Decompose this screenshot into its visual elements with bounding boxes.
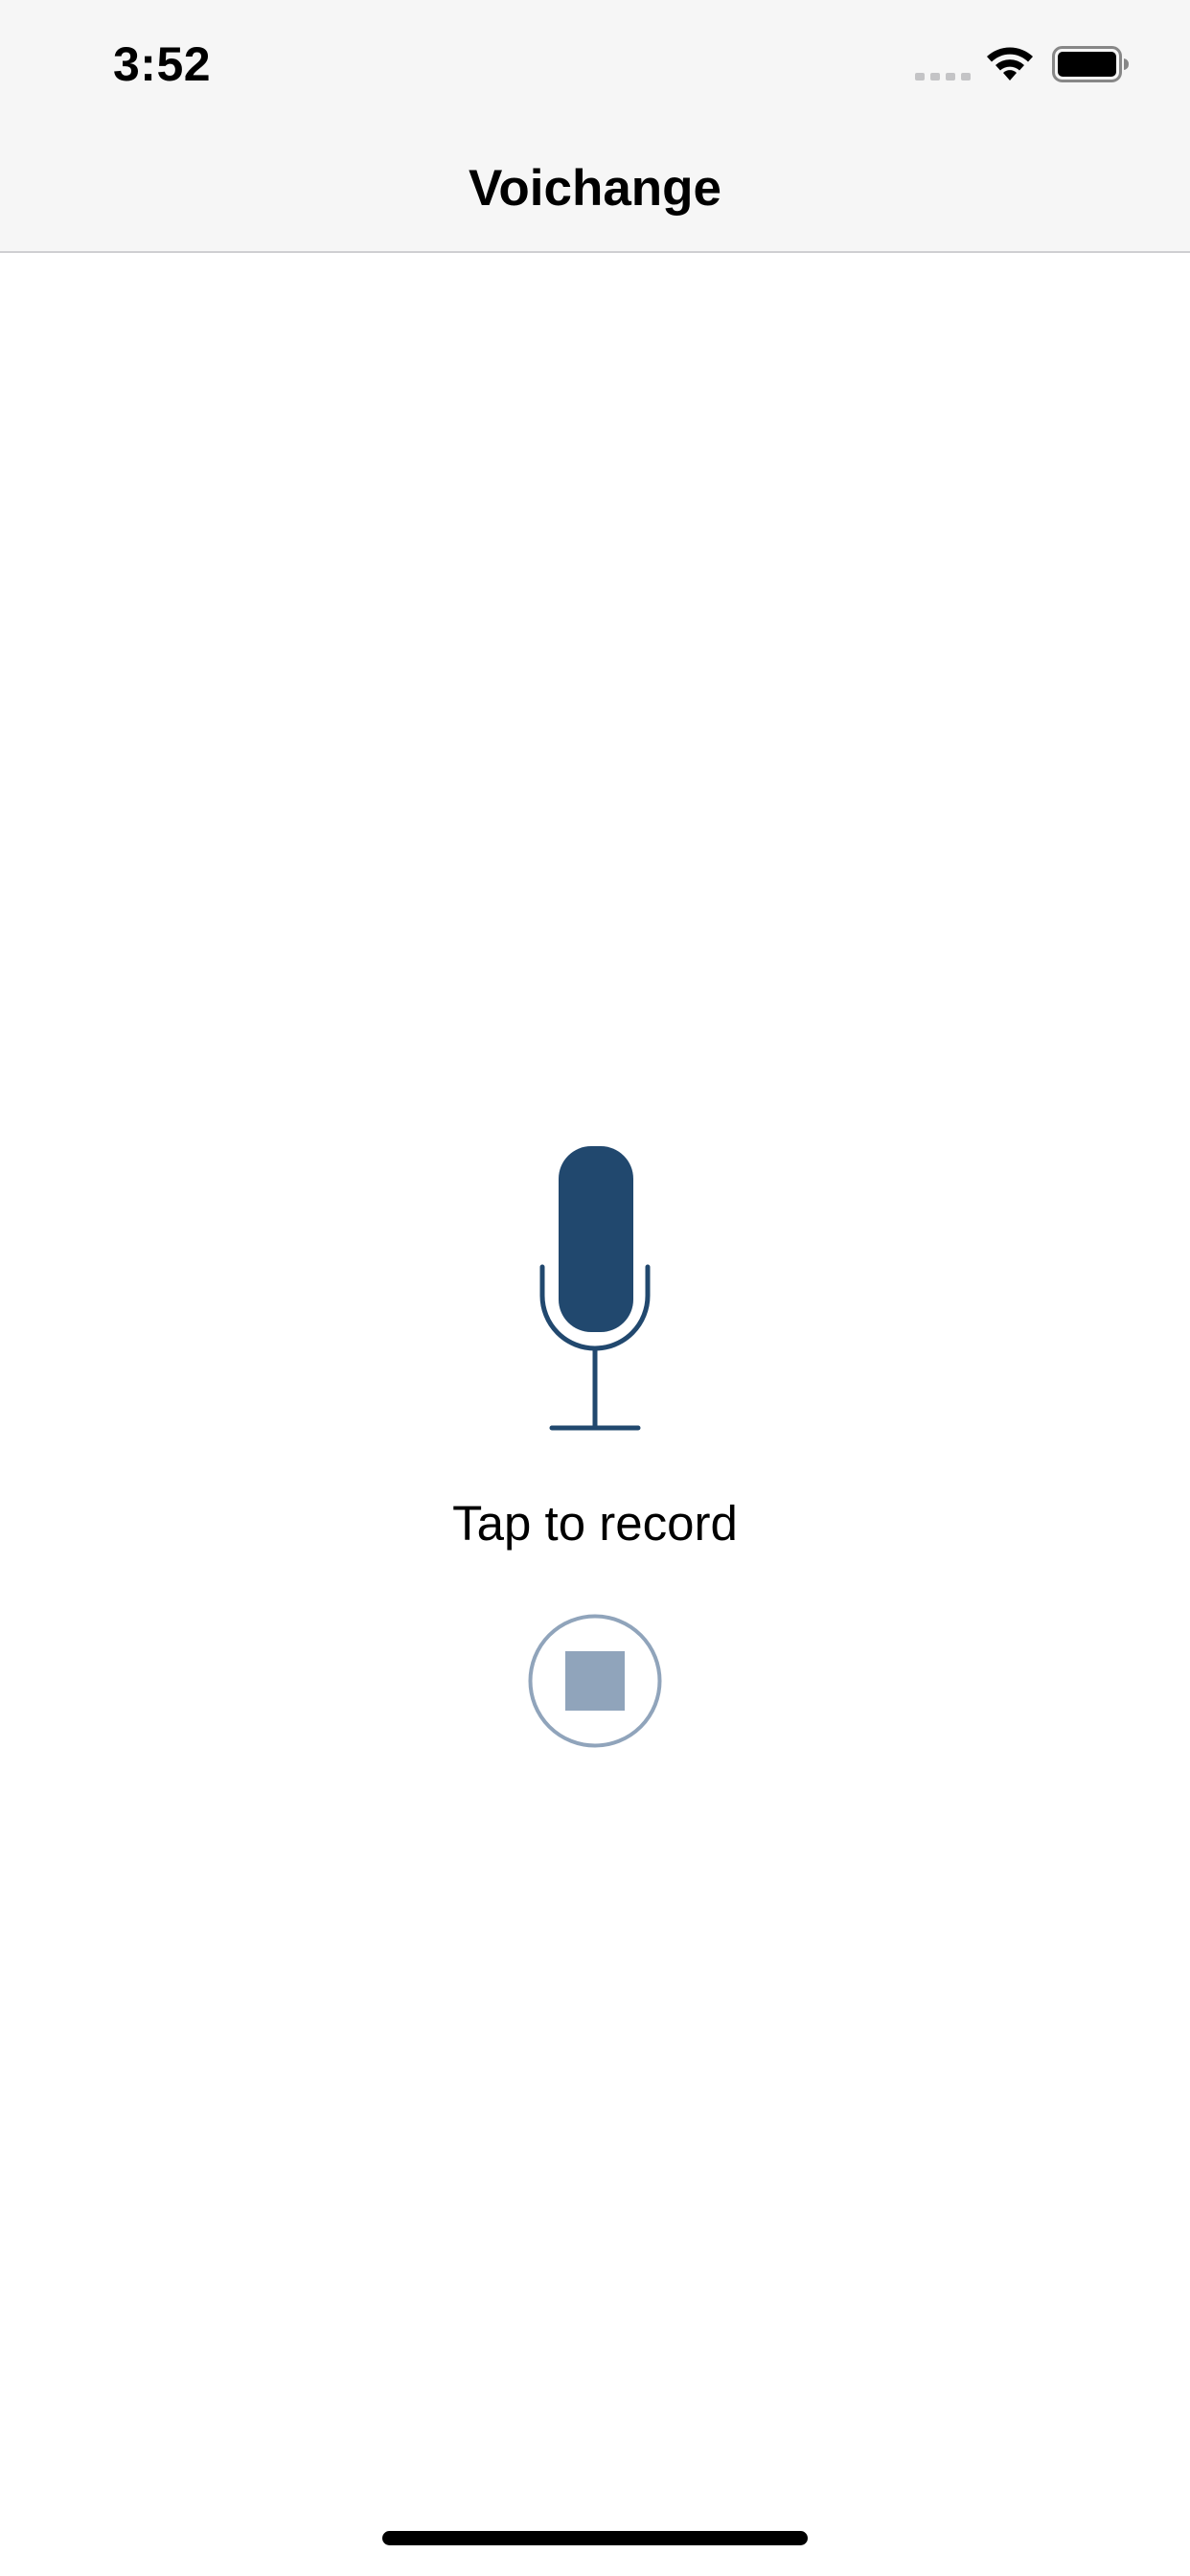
cellular-signal-icon <box>915 73 971 80</box>
wifi-icon <box>987 47 1033 80</box>
microphone-icon <box>539 1146 651 1431</box>
home-indicator[interactable] <box>382 2531 808 2545</box>
record-instruction-label: Tap to record <box>452 1496 738 1551</box>
stop-button[interactable] <box>527 1613 663 1749</box>
stop-icon <box>528 1614 662 1748</box>
status-time: 3:52 <box>113 37 212 91</box>
record-button[interactable] <box>518 1131 672 1438</box>
navigation-header: 3:52 Voichange <box>0 0 1190 253</box>
battery-icon <box>1052 46 1129 82</box>
page-title: Voichange <box>468 160 722 217</box>
